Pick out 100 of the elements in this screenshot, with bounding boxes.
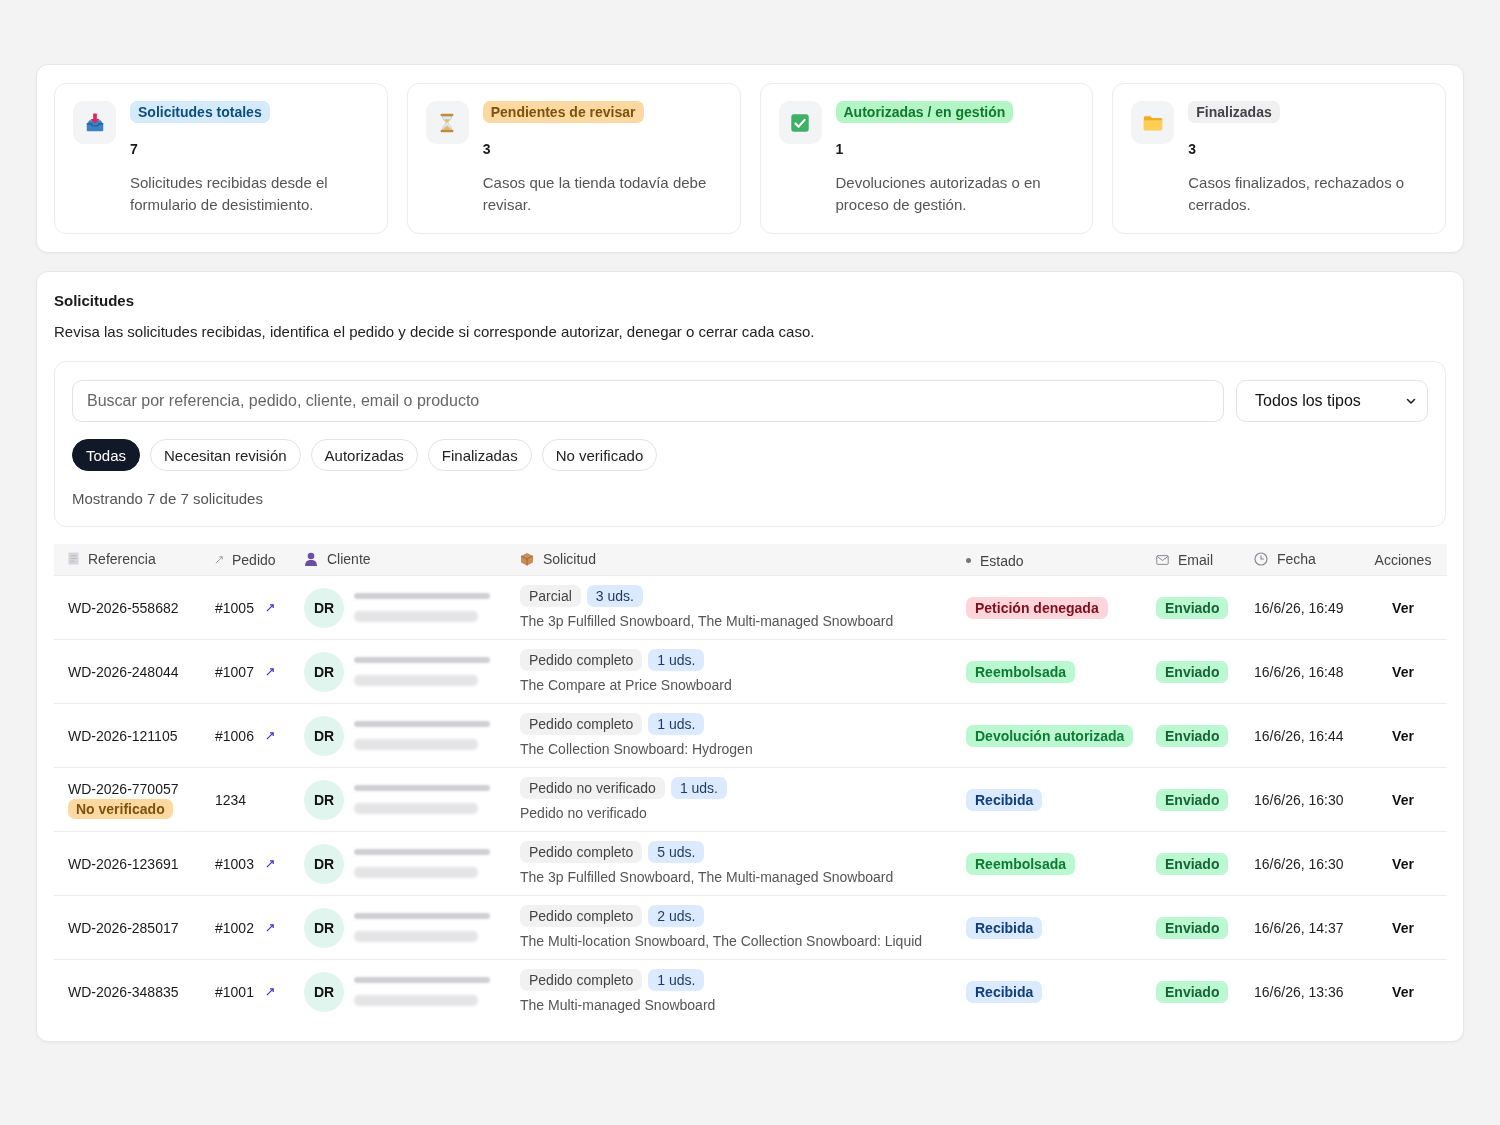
arrow-icon <box>215 556 223 564</box>
arrow-icon[interactable] <box>265 667 274 676</box>
arrow-icon[interactable] <box>265 859 274 868</box>
category-tag: Pendientes de revisar <box>482 101 644 123</box>
count-value: 1 <box>835 140 844 159</box>
date-text: 16/6/26, 16:49 <box>1254 599 1344 616</box>
count-value: 3 <box>1188 140 1197 159</box>
search-field[interactable]: Buscar por referencia, pedido, cliente, email o producto <box>72 380 1224 422</box>
document-icon <box>68 552 79 566</box>
package-icon <box>520 551 534 566</box>
section-description: Revisa las solicitudes recibidas, identifica el pedido y decide si corresponde autorizar, denegar o cerrar cada caso. <box>54 322 816 342</box>
initials-avatar: DR <box>304 651 344 692</box>
email-status-tag: Enviado <box>1156 980 1229 1003</box>
column-header: Solicitud <box>543 550 596 567</box>
type-select[interactable]: Todos los tipos <box>1236 380 1428 422</box>
email-status-tag: Enviado <box>1156 788 1229 811</box>
filter-chip[interactable]: Finalizadas <box>427 439 532 471</box>
initials-avatar: DR <box>304 779 344 820</box>
envelope-icon <box>1156 554 1169 565</box>
clock-icon <box>1254 551 1268 566</box>
quantity-tag: 1 uds. <box>648 649 705 671</box>
reference-text: WD-2026-770057 <box>68 780 179 797</box>
view-link[interactable]: Ver <box>1388 789 1418 810</box>
reference-text: WD-2026-123691 <box>68 855 179 872</box>
arrow-icon[interactable] <box>265 987 274 996</box>
inbox-tray-icon <box>73 101 116 144</box>
status-tag: Reembolsada <box>966 852 1076 875</box>
date-text: 16/6/26, 14:37 <box>1254 919 1344 936</box>
column-header: Estado <box>980 552 1024 569</box>
quantity-tag: 1 uds. <box>648 713 705 735</box>
date-text: 16/6/26, 16:30 <box>1254 855 1344 872</box>
status-tag: Recibida <box>966 980 1043 1003</box>
status-tag: Reembolsada <box>966 660 1076 683</box>
category-tag: Finalizadas <box>1188 101 1280 123</box>
date-text: 16/6/26, 16:30 <box>1254 791 1344 808</box>
count-value: 3 <box>482 140 491 159</box>
initials-avatar: DR <box>304 907 344 948</box>
product-list: Pedido no verificado <box>520 804 647 822</box>
person-icon <box>304 551 318 566</box>
quantity-tag: 5 uds. <box>648 841 705 863</box>
initials-avatar: DR <box>304 715 344 756</box>
email-status-tag: Enviado <box>1156 660 1229 683</box>
arrow-icon[interactable] <box>265 923 274 932</box>
status-tag: Recibida <box>966 916 1043 939</box>
email-status-tag: Enviado <box>1156 916 1229 939</box>
product-list: The 3p Fulfilled Snowboard, The Multi-managed Snowboard <box>520 612 894 630</box>
reference-text: WD-2026-121105 <box>68 727 178 744</box>
quantity-tag: 3 uds. <box>586 585 643 607</box>
category-tag: Autorizadas / en gestión <box>835 101 1014 123</box>
product-list: The 3p Fulfilled Snowboard, The Multi-managed Snowboard <box>520 868 894 886</box>
column-header: Cliente <box>327 550 371 567</box>
type-tag: Pedido completo <box>520 713 643 735</box>
dot-icon <box>966 558 971 564</box>
order-number: #1006 <box>215 727 254 744</box>
filter-chip[interactable]: Necesitan revisión <box>150 439 301 471</box>
order-number: #1003 <box>215 855 254 872</box>
quantity-tag: 1 uds. <box>670 777 727 799</box>
column-header: Email <box>1178 551 1213 568</box>
date-text: 16/6/26, 13:36 <box>1254 983 1344 1000</box>
view-link[interactable]: Ver <box>1388 597 1418 618</box>
type-tag: Pedido completo <box>520 649 643 671</box>
reference-text: WD-2026-558682 <box>68 599 179 616</box>
view-link[interactable]: Ver <box>1388 917 1418 938</box>
reference-text: WD-2026-285017 <box>68 919 179 936</box>
column-header: Pedido <box>232 552 276 568</box>
view-link[interactable]: Ver <box>1388 661 1418 682</box>
product-list: The Multi-managed Snowboard <box>520 996 716 1014</box>
arrow-icon[interactable] <box>265 731 274 740</box>
order-number: 1234 <box>215 791 247 808</box>
unverified-tag: No verificado <box>68 798 173 819</box>
view-link[interactable]: Ver <box>1388 981 1418 1002</box>
view-link[interactable]: Ver <box>1388 725 1418 746</box>
type-tag: Pedido completo <box>520 841 643 863</box>
arrow-icon[interactable] <box>265 603 274 612</box>
order-number: #1007 <box>215 663 254 680</box>
status-tag: Devolución autorizada <box>966 724 1134 747</box>
product-list: The Collection Snowboard: Hydrogen <box>520 740 753 758</box>
product-list: The Compare at Price Snowboard <box>520 676 732 694</box>
type-tag: Pedido no verificado <box>520 777 665 799</box>
quantity-tag: 1 uds. <box>648 969 705 991</box>
email-status-tag: Enviado <box>1156 724 1229 747</box>
reference-text: WD-2026-348835 <box>68 983 179 1000</box>
view-link[interactable]: Ver <box>1388 853 1418 874</box>
filter-chip[interactable]: No verificado <box>541 439 658 471</box>
date-text: 16/6/26, 16:44 <box>1254 727 1344 744</box>
filter-chip[interactable]: Todas <box>72 439 141 471</box>
email-status-tag: Enviado <box>1156 852 1229 875</box>
date-text: 16/6/26, 16:48 <box>1254 663 1344 680</box>
filter-chip[interactable]: Autorizadas <box>310 439 418 471</box>
quantity-tag: 2 uds. <box>648 905 705 927</box>
product-list: The Multi-location Snowboard, The Collection Snowboard: Liquid <box>520 932 923 950</box>
column-header: Referencia <box>88 550 156 567</box>
email-status-tag: Enviado <box>1156 596 1229 619</box>
initials-avatar: DR <box>304 971 344 1012</box>
type-tag: Pedido completo <box>520 969 643 991</box>
order-number: #1001 <box>215 983 254 1000</box>
count-value: 7 <box>130 140 138 159</box>
column-header: Acciones <box>1374 551 1432 568</box>
type-tag: Pedido completo <box>520 905 643 927</box>
column-header: Fecha <box>1277 550 1316 567</box>
